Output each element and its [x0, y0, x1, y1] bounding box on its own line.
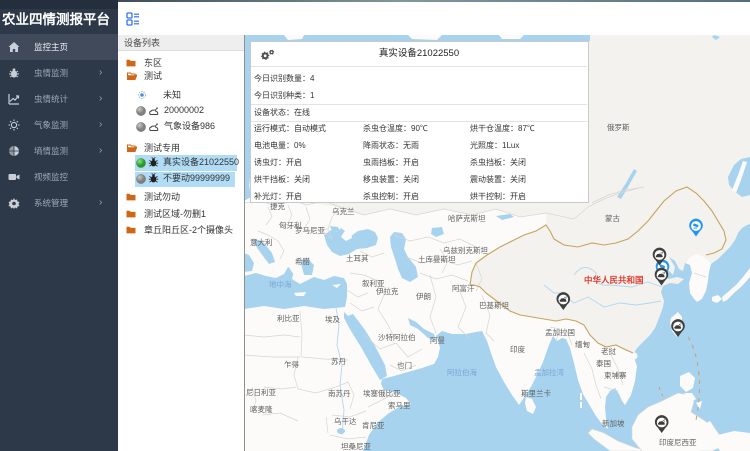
svg-text:柬埔寨: 柬埔寨: [604, 370, 627, 380]
svg-text:土库曼斯坦: 土库曼斯坦: [418, 254, 456, 264]
svg-text:伊拉克: 伊拉克: [376, 286, 399, 296]
svg-text:巴基斯坦: 巴基斯坦: [479, 300, 509, 310]
svg-text:喀麦隆: 喀麦隆: [250, 404, 273, 414]
svg-text:中华人民共和国: 中华人民共和国: [584, 275, 644, 285]
svg-text:尼日利亚: 尼日利亚: [246, 387, 276, 397]
svg-text:南苏丹: 南苏丹: [328, 388, 351, 398]
svg-text:土耳其: 土耳其: [346, 253, 369, 263]
svg-text:哈萨克斯坦: 哈萨克斯坦: [448, 213, 486, 223]
svg-text:乌克兰: 乌克兰: [332, 206, 355, 216]
svg-text:苏丹: 苏丹: [331, 356, 346, 366]
svg-text:缅甸: 缅甸: [575, 339, 590, 349]
svg-text:孟加拉国: 孟加拉国: [545, 327, 575, 337]
svg-text:埃塞俄比亚: 埃塞俄比亚: [363, 388, 401, 398]
svg-text:索马里: 索马里: [388, 400, 411, 410]
svg-text:斯里兰卡: 斯里兰卡: [521, 388, 551, 398]
svg-text:印度: 印度: [510, 344, 525, 354]
svg-text:利比亚: 利比亚: [277, 313, 300, 323]
svg-text:沙特阿拉伯: 沙特阿拉伯: [378, 332, 416, 342]
svg-text:伊朗: 伊朗: [416, 291, 431, 301]
svg-text:新加坡: 新加坡: [602, 418, 625, 428]
svg-text:意大利: 意大利: [250, 237, 273, 247]
svg-text:俄罗斯: 俄罗斯: [607, 122, 630, 132]
svg-text:阿富汗: 阿富汗: [452, 283, 475, 293]
svg-text:阿曼: 阿曼: [430, 336, 445, 345]
svg-text:罗马尼亚: 罗马尼亚: [295, 226, 325, 235]
svg-text:孟加拉湾: 孟加拉湾: [534, 367, 564, 377]
svg-text:泰国: 泰国: [596, 358, 611, 368]
svg-text:印度尼西亚: 印度尼西亚: [659, 437, 697, 447]
svg-text:老挝: 老挝: [601, 346, 616, 356]
svg-text:阿拉伯海: 阿拉伯海: [447, 367, 477, 377]
svg-text:也门: 也门: [397, 360, 412, 370]
svg-text:坦桑尼亚: 坦桑尼亚: [341, 441, 371, 451]
svg-text:地中海: 地中海: [269, 279, 292, 289]
svg-text:埃及: 埃及: [325, 314, 340, 324]
svg-text:乌干达: 乌干达: [334, 416, 357, 426]
svg-text:乌兹别克斯坦: 乌兹别克斯坦: [443, 245, 488, 255]
svg-text:乍得: 乍得: [284, 359, 299, 369]
svg-text:希腊: 希腊: [295, 256, 310, 266]
svg-text:肯尼亚: 肯尼亚: [362, 420, 385, 430]
svg-text:蒙古: 蒙古: [605, 213, 620, 223]
